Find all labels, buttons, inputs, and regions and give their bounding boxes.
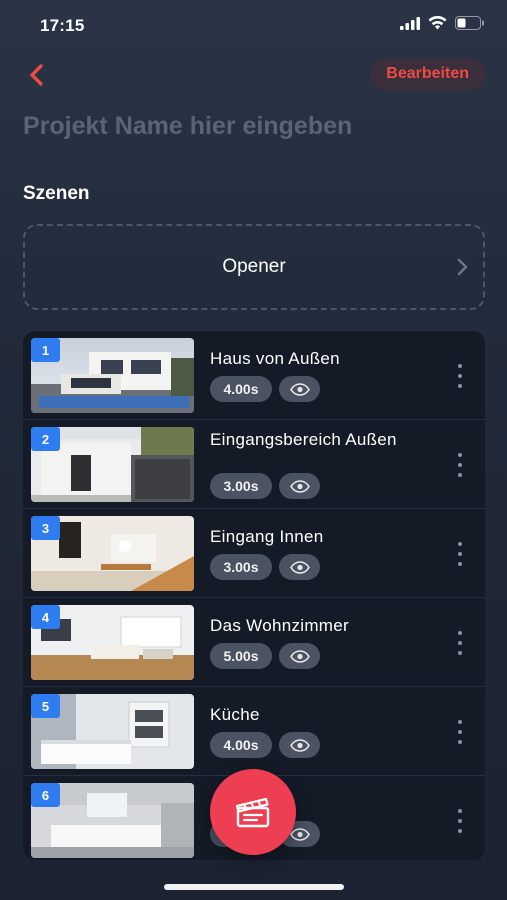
preview-button[interactable] — [279, 554, 320, 580]
opener-slot[interactable]: Opener — [23, 224, 485, 310]
scene-duration[interactable]: 4.00s — [210, 732, 272, 758]
scene-row[interactable]: 1 Haus von Außen 4.00s — [23, 331, 485, 420]
scene-row[interactable]: 5 Küche 4.00s — [23, 687, 485, 776]
scene-title: Haus von Außen — [210, 349, 340, 368]
more-options-button[interactable] — [453, 809, 467, 833]
scene-thumbnail: 2 — [31, 427, 194, 502]
create-video-button[interactable] — [210, 769, 296, 855]
battery-icon — [455, 16, 484, 30]
status-icons — [400, 16, 485, 30]
more-options-button[interactable] — [453, 631, 467, 655]
more-options-button[interactable] — [453, 720, 467, 744]
scene-thumbnail: 4 — [31, 605, 194, 680]
eye-icon — [289, 649, 310, 663]
wifi-icon — [428, 16, 447, 30]
edit-button[interactable]: Bearbeiten — [370, 58, 485, 90]
scene-thumbnail: 6 — [31, 783, 194, 858]
eye-icon — [289, 560, 310, 574]
scene-row[interactable]: 2 Eingangsbereich Außen 3.00s — [23, 420, 485, 509]
status-bar: 17:15 — [0, 0, 507, 52]
scene-number-badge: 1 — [31, 338, 60, 362]
scene-title: Eingang Innen — [210, 527, 324, 546]
scene-thumbnail: 3 — [31, 516, 194, 591]
scene-number-badge: 6 — [31, 783, 60, 807]
preview-button[interactable] — [279, 732, 320, 758]
more-vertical-icon — [458, 809, 462, 813]
back-button[interactable] — [18, 58, 54, 92]
more-vertical-icon — [458, 542, 462, 546]
preview-button[interactable] — [279, 643, 320, 669]
clapperboard-icon — [235, 797, 270, 828]
scene-row[interactable]: 4 Das Wohnzimmer 5.00s — [23, 598, 485, 687]
scene-number-badge: 2 — [31, 427, 60, 451]
back-chevron-icon — [30, 64, 43, 86]
home-indicator[interactable] — [164, 884, 344, 890]
scene-title: Eingangsbereich Außen — [210, 430, 397, 449]
eye-icon — [289, 382, 310, 396]
scene-title: Küche — [210, 705, 260, 724]
more-vertical-icon — [458, 720, 462, 724]
more-vertical-icon — [458, 631, 462, 635]
status-time: 17:15 — [40, 16, 85, 35]
signal-icon — [400, 16, 420, 30]
preview-button[interactable] — [279, 473, 320, 499]
scene-duration[interactable]: 3.00s — [210, 473, 272, 499]
opener-label: Opener — [222, 256, 286, 277]
more-vertical-icon — [458, 364, 462, 368]
more-options-button[interactable] — [453, 364, 467, 388]
scene-number-badge: 3 — [31, 516, 60, 540]
section-title: Szenen — [23, 183, 90, 204]
preview-button[interactable] — [279, 376, 320, 402]
eye-icon — [289, 827, 310, 841]
eye-icon — [289, 479, 310, 493]
project-name-input[interactable]: Projekt Name hier eingeben — [23, 112, 493, 141]
scene-thumbnail: 1 — [31, 338, 194, 413]
more-options-button[interactable] — [453, 453, 467, 477]
scene-number-badge: 5 — [31, 694, 60, 718]
scene-duration[interactable]: 5.00s — [210, 643, 272, 669]
eye-icon — [289, 738, 310, 752]
more-vertical-icon — [458, 453, 462, 457]
more-options-button[interactable] — [453, 542, 467, 566]
scene-duration[interactable]: 4.00s — [210, 376, 272, 402]
scene-duration[interactable]: 3.00s — [210, 554, 272, 580]
scene-title: Das Wohnzimmer — [210, 616, 349, 635]
scene-thumbnail: 5 — [31, 694, 194, 769]
scene-number-badge: 4 — [31, 605, 60, 629]
chevron-right-icon — [457, 258, 468, 276]
scene-row[interactable]: 3 Eingang Innen 3.00s — [23, 509, 485, 598]
